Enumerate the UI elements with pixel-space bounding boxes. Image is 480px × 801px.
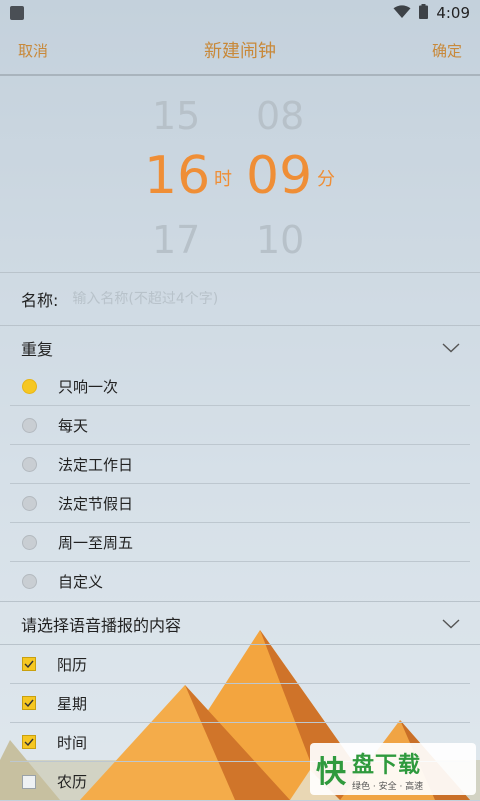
repeat-option-once[interactable]: 只响一次 <box>10 367 470 406</box>
repeat-title: 重复 <box>21 340 54 359</box>
repeat-option-holidays[interactable]: 法定节假日 <box>10 484 470 523</box>
minute-prev[interactable]: 08 <box>256 94 304 138</box>
hour-selected[interactable]: 16 <box>144 146 210 206</box>
checkbox[interactable] <box>22 735 36 749</box>
option-label: 自定义 <box>58 573 104 591</box>
checkbox[interactable] <box>22 774 36 789</box>
hour-next[interactable]: 17 <box>152 218 200 262</box>
time-picker[interactable]: 15 16 17 时 08 09 10 分 <box>0 78 480 272</box>
watermark-name: 盘下载 <box>352 752 422 778</box>
page-title: 新建闹钟 <box>204 41 276 62</box>
watermark-logo: 快 盘下载 绿色 · 安全 · 高速 <box>310 743 476 795</box>
radio-button[interactable] <box>22 534 37 550</box>
header: 取消 新建闹钟 确定 <box>0 26 480 76</box>
cancel-button[interactable]: 取消 <box>18 40 48 61</box>
repeat-option-workdays[interactable]: 法定工作日 <box>10 445 470 484</box>
option-label: 每天 <box>58 416 89 435</box>
repeat-option-weekdays[interactable]: 周一至周五 <box>10 523 470 562</box>
battery-icon <box>419 3 429 23</box>
radio-button[interactable] <box>22 495 37 511</box>
repeat-option-daily[interactable]: 每天 <box>10 406 470 445</box>
notification-icon <box>10 6 24 20</box>
minute-selected[interactable]: 09 <box>246 146 312 206</box>
hour-unit: 时 <box>214 169 232 190</box>
option-label: 只响一次 <box>58 377 119 396</box>
status-right: 4:09 <box>393 3 470 23</box>
radio-button[interactable] <box>22 456 37 472</box>
checkbox[interactable] <box>22 657 36 671</box>
chevron-down-icon[interactable] <box>442 343 460 353</box>
status-bar: 4:09 <box>0 0 480 26</box>
option-label: 农历 <box>57 773 88 791</box>
option-label: 阳历 <box>57 655 88 674</box>
voice-section-header[interactable]: 请选择语音播报的内容 <box>0 602 480 646</box>
radio-button[interactable] <box>22 378 37 394</box>
status-time: 4:09 <box>436 4 470 22</box>
watermark-icon: 快 <box>316 755 346 790</box>
repeat-section-header[interactable]: 重复 <box>0 326 480 370</box>
chevron-down-icon[interactable] <box>442 619 460 629</box>
name-row: 名称: <box>0 272 480 326</box>
checkbox[interactable] <box>22 696 36 710</box>
radio-button[interactable] <box>22 417 37 433</box>
option-label: 时间 <box>57 733 88 752</box>
option-label: 法定节假日 <box>58 494 134 513</box>
repeat-option-custom[interactable]: 自定义 <box>10 562 470 601</box>
voice-title: 请选择语音播报的内容 <box>21 616 182 635</box>
wifi-icon <box>393 4 411 23</box>
option-label: 星期 <box>57 694 88 713</box>
option-label: 法定工作日 <box>58 455 134 474</box>
minute-unit: 分 <box>317 169 335 190</box>
voice-option-weekday[interactable]: 星期 <box>10 684 470 723</box>
option-label: 周一至周五 <box>58 533 134 552</box>
confirm-button[interactable]: 确定 <box>432 40 462 61</box>
watermark-text: 盘下载 绿色 · 安全 · 高速 <box>352 747 423 792</box>
name-input[interactable] <box>72 291 373 307</box>
watermark-slogan: 绿色 · 安全 · 高速 <box>352 781 424 792</box>
voice-option-solar[interactable]: 阳历 <box>10 645 470 684</box>
minute-next[interactable]: 10 <box>256 218 304 262</box>
hour-prev[interactable]: 15 <box>152 94 200 138</box>
radio-button[interactable] <box>22 574 37 589</box>
name-label: 名称: <box>21 291 59 310</box>
